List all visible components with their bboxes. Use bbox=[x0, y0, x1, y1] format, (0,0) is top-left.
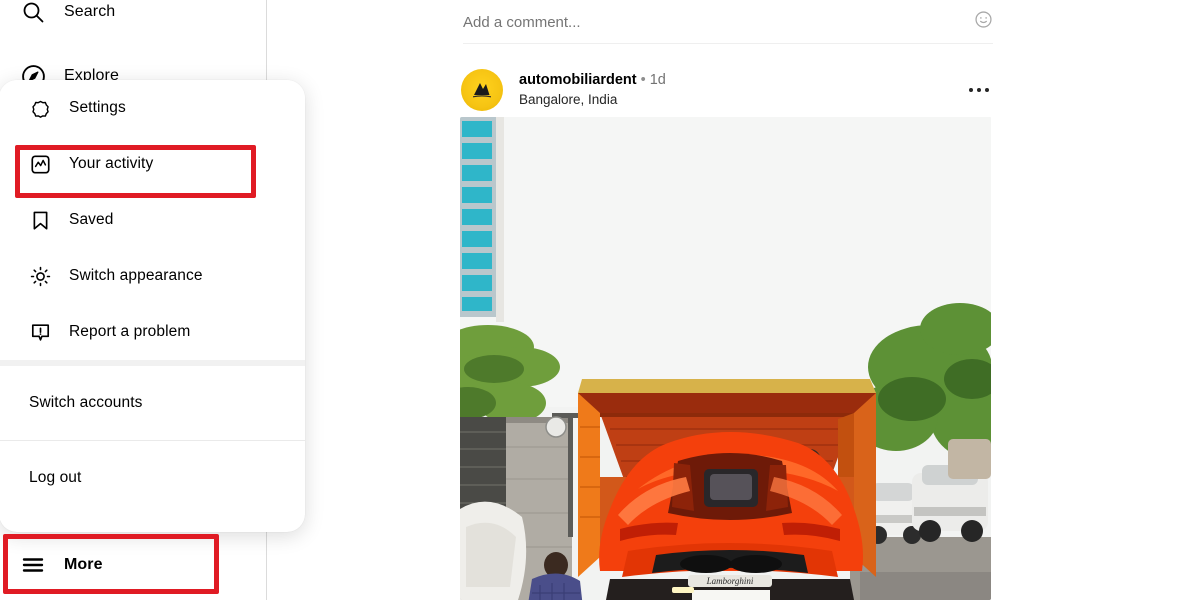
sidebar-item-label: More bbox=[64, 556, 103, 573]
post-separator: • bbox=[640, 72, 646, 88]
post-meta: automobiliardent • 1d Bangalore, India bbox=[519, 71, 666, 109]
menu-item-saved[interactable]: Saved bbox=[0, 192, 305, 248]
post-author-line: automobiliardent • 1d bbox=[519, 71, 666, 90]
svg-text:Lamborghini: Lamborghini bbox=[706, 576, 754, 586]
menu-item-settings[interactable]: Settings bbox=[0, 80, 305, 136]
comment-bar bbox=[463, 0, 993, 44]
menu-item-report-a-problem[interactable]: Report a problem bbox=[0, 304, 305, 360]
sidebar-item-search[interactable]: Search bbox=[8, 0, 252, 36]
post-header: automobiliardent • 1d Bangalore, India bbox=[461, 68, 995, 112]
more-options-icon[interactable] bbox=[962, 78, 996, 102]
hamburger-icon bbox=[20, 552, 46, 578]
menu-item-label: Settings bbox=[69, 99, 126, 116]
post-timestamp: 1d bbox=[649, 72, 666, 88]
activity-chart-icon bbox=[29, 153, 51, 175]
post-username[interactable]: automobiliardent bbox=[519, 72, 637, 88]
menu-item-label: Switch accounts bbox=[29, 394, 143, 411]
warning-icon bbox=[29, 321, 51, 343]
sidebar-item-more[interactable]: More bbox=[8, 541, 252, 589]
gear-icon bbox=[29, 97, 51, 119]
menu-item-label: Saved bbox=[69, 211, 114, 228]
main-content: automobiliardent•1d Bangalore, India bbox=[267, 0, 1200, 600]
menu-item-label: Log out bbox=[29, 469, 82, 486]
menu-item-log-out[interactable]: Log out bbox=[0, 441, 305, 515]
comment-input[interactable] bbox=[463, 13, 903, 31]
menu-item-label: Switch appearance bbox=[69, 267, 203, 284]
emoji-smiley-icon[interactable] bbox=[974, 10, 993, 34]
bookmark-icon bbox=[29, 209, 51, 231]
sun-icon bbox=[29, 265, 51, 287]
search-icon bbox=[20, 0, 46, 25]
instagram-more-menu-screen: Search Explore More Settings Your activi… bbox=[0, 0, 1200, 600]
comment-bar-divider bbox=[463, 43, 993, 44]
menu-item-your-activity[interactable]: Your activity bbox=[0, 136, 305, 192]
profile-avatar-icon[interactable] bbox=[461, 69, 503, 111]
more-dropdown-menu: Settings Your activity Saved Switch appe… bbox=[0, 80, 305, 532]
menu-item-label: Report a problem bbox=[69, 323, 191, 340]
menu-item-switch-accounts[interactable]: Switch accounts bbox=[0, 366, 305, 440]
sidebar-item-label: Search bbox=[64, 3, 116, 20]
menu-item-switch-appearance[interactable]: Switch appearance bbox=[0, 248, 305, 304]
menu-item-label: Your activity bbox=[69, 155, 154, 172]
post-location[interactable]: Bangalore, India bbox=[519, 91, 666, 109]
post-photo[interactable]: Lamborghini bbox=[460, 117, 991, 600]
